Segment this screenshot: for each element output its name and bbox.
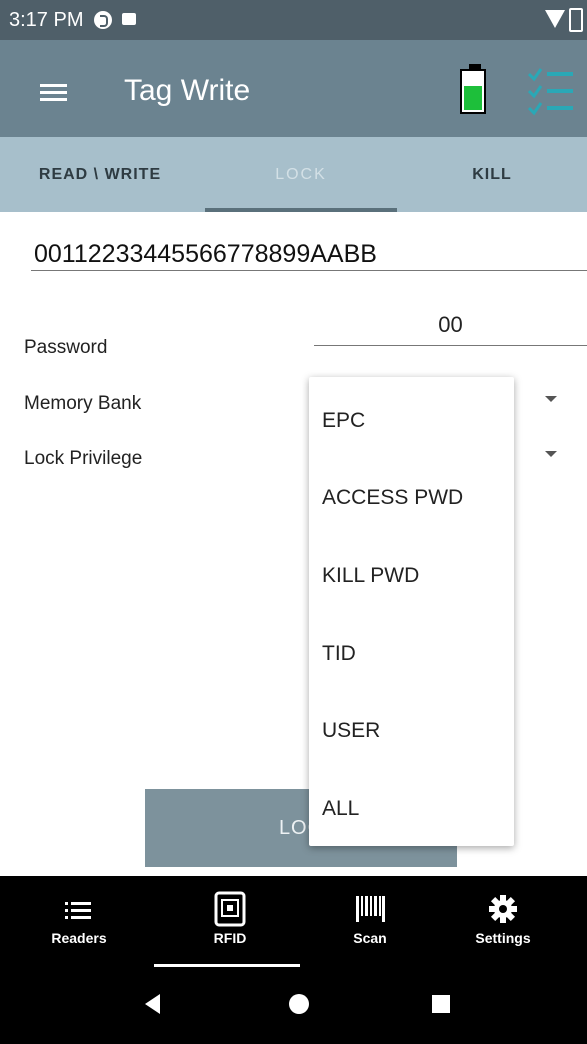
notification-icon xyxy=(122,13,136,25)
dropdown-option-access-pwd[interactable]: ACCESS PWD xyxy=(322,486,463,510)
g-notification-icon xyxy=(94,11,112,29)
battery-icon[interactable] xyxy=(460,64,490,114)
password-label: Password xyxy=(24,337,108,358)
app-bar xyxy=(0,40,587,137)
list-icon xyxy=(65,902,91,919)
dropdown-option-all[interactable]: ALL xyxy=(322,797,359,821)
gear-icon xyxy=(489,895,517,923)
nav-settings-label: Settings xyxy=(475,930,531,946)
tag-id-field[interactable]: 00112233445566778899AABB xyxy=(34,240,377,269)
tab-bar: READ \ WRITE LOCK KILL xyxy=(0,137,587,212)
password-input[interactable]: 00 xyxy=(314,312,587,338)
nav-readers[interactable]: Readers xyxy=(29,890,129,946)
nav-settings[interactable]: Settings xyxy=(453,890,553,946)
active-tab-indicator xyxy=(205,208,397,212)
dropdown-option-user[interactable]: USER xyxy=(322,719,380,743)
tab-read-write[interactable]: READ \ WRITE xyxy=(0,137,200,212)
rfid-icon xyxy=(214,891,246,927)
tag-id-underline xyxy=(31,270,587,271)
dropdown-option-tid[interactable]: TID xyxy=(322,642,356,666)
password-underline xyxy=(314,345,587,346)
memory-bank-dropdown-menu: EPC ACCESS PWD KILL PWD TID USER ALL xyxy=(309,377,514,846)
checklist-icon[interactable] xyxy=(527,66,575,118)
memory-bank-label: Memory Bank xyxy=(24,393,142,414)
nav-rfid[interactable]: RFID xyxy=(180,890,280,946)
nav-rfid-label: RFID xyxy=(213,930,247,946)
status-time: 3:17 PM xyxy=(9,9,84,31)
nav-scan[interactable]: Scan xyxy=(320,890,420,946)
barcode-icon xyxy=(356,896,385,922)
menu-icon[interactable] xyxy=(40,84,67,101)
status-battery-icon xyxy=(569,8,583,32)
tab-kill[interactable]: KILL xyxy=(397,137,587,212)
home-icon[interactable] xyxy=(289,994,309,1014)
wifi-icon xyxy=(545,10,565,28)
lock-privilege-label: Lock Privilege xyxy=(24,448,143,469)
dropdown-option-kill-pwd[interactable]: KILL PWD xyxy=(322,564,419,588)
back-icon[interactable] xyxy=(145,994,160,1014)
nav-readers-label: Readers xyxy=(51,930,107,946)
nav-scan-label: Scan xyxy=(353,930,387,946)
dropdown-option-epc[interactable]: EPC xyxy=(322,409,365,433)
page-title: Tag Write xyxy=(124,74,251,107)
active-nav-indicator xyxy=(154,964,300,967)
memory-bank-dropdown-arrow[interactable] xyxy=(545,396,557,402)
status-bar: 3:17 PM xyxy=(0,0,587,40)
tab-lock[interactable]: LOCK xyxy=(205,137,397,212)
recent-apps-icon[interactable] xyxy=(432,995,450,1013)
lock-privilege-dropdown-arrow[interactable] xyxy=(545,451,557,457)
